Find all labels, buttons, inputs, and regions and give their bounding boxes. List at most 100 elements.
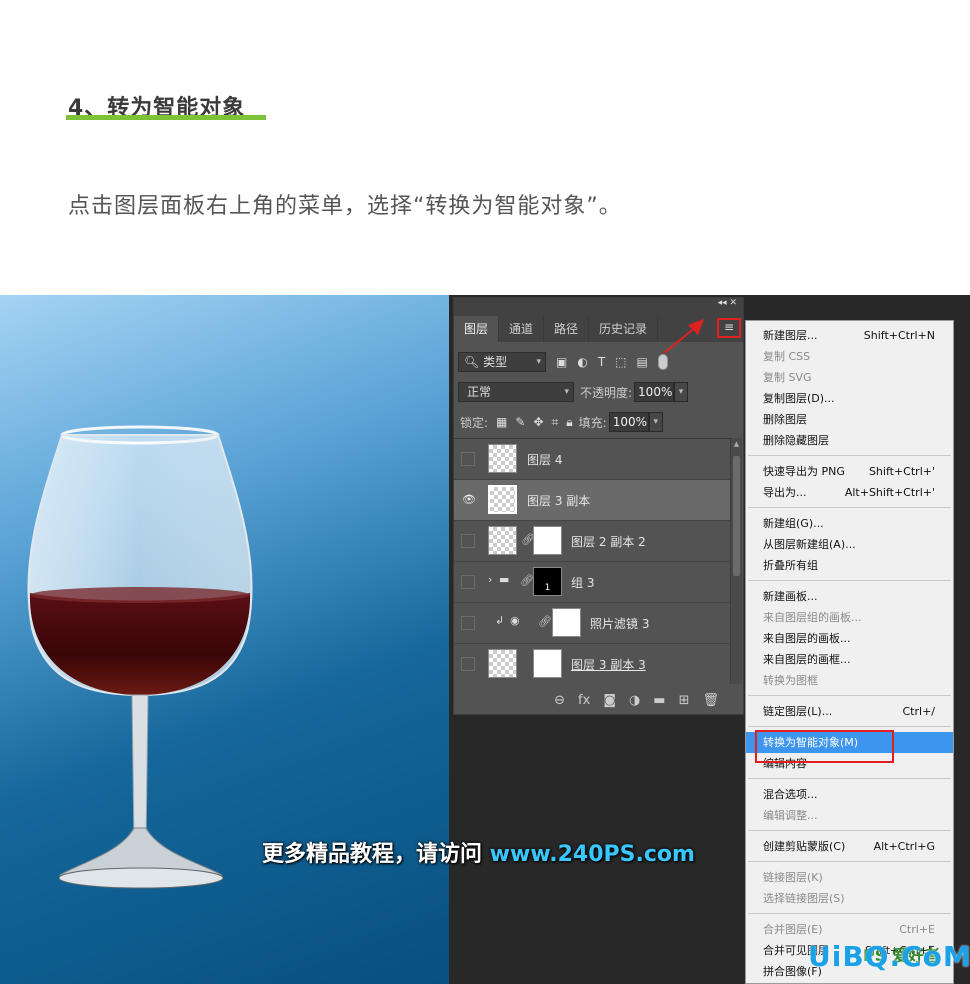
blend-mode-select[interactable]: 正常 ▾ [458,382,574,402]
menu-item-duplicate-layer[interactable]: 复制图层(D)... [746,388,953,409]
menu-separator [748,861,951,862]
layer-row-adjustment[interactable]: ↲ ◉ 🔗︎ 照片滤镜 3 [454,603,730,644]
lock-brush-icon[interactable]: ✎ [515,415,525,429]
new-group-icon[interactable]: ▬ [653,693,665,708]
menu-item-artboard-from-layers[interactable]: 来自图层的画板... [746,628,953,649]
add-mask-icon[interactable]: ◙ [603,693,616,708]
layer-name: 图层 4 [527,453,563,467]
menu-separator [748,580,951,581]
filter-shape-icon[interactable]: ⬚ [615,355,626,369]
menu-item-copy-svg[interactable]: 复制 SVG [746,367,953,388]
menu-item-collapse-groups[interactable]: 折叠所有组 [746,555,953,576]
menu-item-convert-smart-object[interactable]: 转换为智能对象(M) [746,732,953,753]
menu-item-copy-css[interactable]: 复制 CSS [746,346,953,367]
wine-glass-image [27,425,253,889]
menu-separator [748,726,951,727]
chevron-down-icon: ▾ [564,387,569,397]
menu-item-new-artboard[interactable]: 新建画板... [746,586,953,607]
layer-mask-thumbnail [533,649,562,678]
panel-menu-icon[interactable]: ≡ [717,318,741,338]
layer-thumbnail [488,526,517,555]
watermark-url: www.240PS.com [489,842,695,867]
opacity-dropdown[interactable]: ▾ [674,382,689,402]
menu-item-export-as[interactable]: 导出为... Alt+Shift+Ctrl+' [746,482,953,503]
expand-chevron-icon[interactable]: › [488,573,492,586]
layer-name: 图层 2 副本 2 [571,535,646,549]
opacity-input[interactable]: 100% [634,382,675,402]
menu-item-edit-contents[interactable]: 编辑内容 [746,753,953,774]
layer-filter-select[interactable]: 🔍︎ 类型 ▾ [458,352,546,372]
menu-item-delete-hidden[interactable]: 删除隐藏图层 [746,430,953,451]
layer-row-selected[interactable]: 👁︎ 图层 3 副本 [454,480,730,521]
tab-paths[interactable]: 路径 [544,316,590,342]
menu-item-lock-layers[interactable]: 链定图层(L)... Ctrl+/ [746,701,953,722]
filter-smartobject-icon[interactable]: ▤ [637,355,648,369]
chevron-down-icon: ▾ [536,357,541,367]
folder-icon: ▬ [499,573,510,586]
instruction-text: 点击图层面板右上角的菜单，选择“转换为智能对象”。 [68,194,622,219]
red-arrow-annotation [663,319,704,354]
lock-transparent-icon[interactable]: ▦ [496,415,507,429]
new-layer-icon[interactable]: ⊞ [679,693,690,708]
menu-item-blending-options[interactable]: 混合选项... [746,784,953,805]
lock-artboard-icon[interactable]: ⌗ [552,415,559,430]
smart-object-thumbnail [488,485,517,514]
menu-separator [748,778,951,779]
link-chain-icon[interactable]: 🔗︎ [538,615,552,628]
layer-row[interactable]: 🔗︎ 图层 2 副本 2 [454,521,730,562]
adjustment-layer-icon[interactable]: ◑ [629,693,640,708]
fill-dropdown[interactable]: ▾ [648,412,663,432]
layers-list: 图层 4 👁︎ 图层 3 副本 🔗︎ 图层 2 副本 2 › ▬ 🔗︎ 1 组 … [454,438,730,684]
menu-item-edit-adjustment[interactable]: 编辑调整... [746,805,953,826]
blend-row: 正常 ▾ 不透明度: 100% ▾ [458,380,740,404]
lock-all-icon[interactable]: 🔒︎ [566,415,572,430]
menu-item-artboard-from-group[interactable]: 来自图层组的画板... [746,607,953,628]
filter-type-icon[interactable]: T [598,355,605,369]
layer-row[interactable]: 图层 4 [454,439,730,480]
menu-item-select-linked[interactable]: 选择链接图层(S) [746,888,953,909]
fill-input[interactable]: 100% [608,412,649,432]
menu-item-delete-layer[interactable]: 删除图层 [746,409,953,430]
layer-row[interactable]: 图层 3 副本 3 [454,644,730,684]
menu-separator [748,830,951,831]
menu-item-frame-from-layers[interactable]: 来自图层的画框... [746,649,953,670]
fx-icon[interactable]: fx [578,693,590,708]
link-layers-icon[interactable]: ⊖ [554,693,565,708]
visibility-toggle[interactable] [461,575,475,589]
visibility-toggle[interactable] [461,657,475,671]
layer-name: 照片滤镜 3 [590,617,650,631]
menu-item-clipping-mask[interactable]: 创建剪贴蒙版(C) Alt+Ctrl+G [746,836,953,857]
layer-name: 组 3 [571,576,595,590]
watermark-text: 更多精品教程，请访问 [262,842,490,867]
filter-pixel-icon[interactable]: ▣ [556,355,567,369]
visibility-toggle[interactable] [461,452,475,466]
menu-item-link-layers[interactable]: 链接图层(K) [746,867,953,888]
tab-history[interactable]: 历史记录 [589,316,659,342]
menu-item-quick-export[interactable]: 快速导出为 PNG Shift+Ctrl+' [746,461,953,482]
panel-collapse-close[interactable]: ◂◂ ✕ [718,298,737,308]
trash-icon[interactable]: 🗑︎ [702,693,719,708]
tab-layers[interactable]: 图层 [454,316,500,342]
link-chain-icon[interactable]: 🔗︎ [520,574,534,587]
lock-move-icon[interactable]: ✥ [533,415,543,429]
scroll-up-icon[interactable]: ▲ [731,438,742,450]
menu-separator [748,695,951,696]
layer-thumbnail [488,444,517,473]
menu-item-new-layer[interactable]: 新建图层... Shift+Ctrl+N [746,325,953,346]
visibility-toggle[interactable] [461,616,475,630]
eye-icon[interactable]: 👁︎ [461,493,476,507]
layers-scrollbar[interactable]: ▲ [730,438,742,684]
fill-label: 填充: [578,415,607,430]
layers-panel: ◂◂ ✕ 图层 通道 路径 历史记录 ≡ 🔍︎ 类型 ▾ ▣ ◐ T ⬚ ▤ 正常… [453,297,744,715]
site-watermark: 更多精品教程，请访问 www.240PS.com [262,836,695,868]
menu-item-new-group[interactable]: 新建组(G)... [746,513,953,534]
scrollbar-thumb[interactable] [733,456,740,576]
menu-item-merge-layers[interactable]: 合并图层(E) Ctrl+E [746,919,953,940]
layer-mask-thumbnail [533,526,562,555]
menu-item-group-from-layers[interactable]: 从图层新建组(A)... [746,534,953,555]
filter-adjustment-icon[interactable]: ◐ [577,355,587,369]
visibility-toggle[interactable] [461,534,475,548]
tab-channels[interactable]: 通道 [499,316,545,342]
menu-item-convert-to-frame[interactable]: 转换为图框 [746,670,953,691]
layer-row-group[interactable]: › ▬ 🔗︎ 1 组 3 [454,562,730,603]
